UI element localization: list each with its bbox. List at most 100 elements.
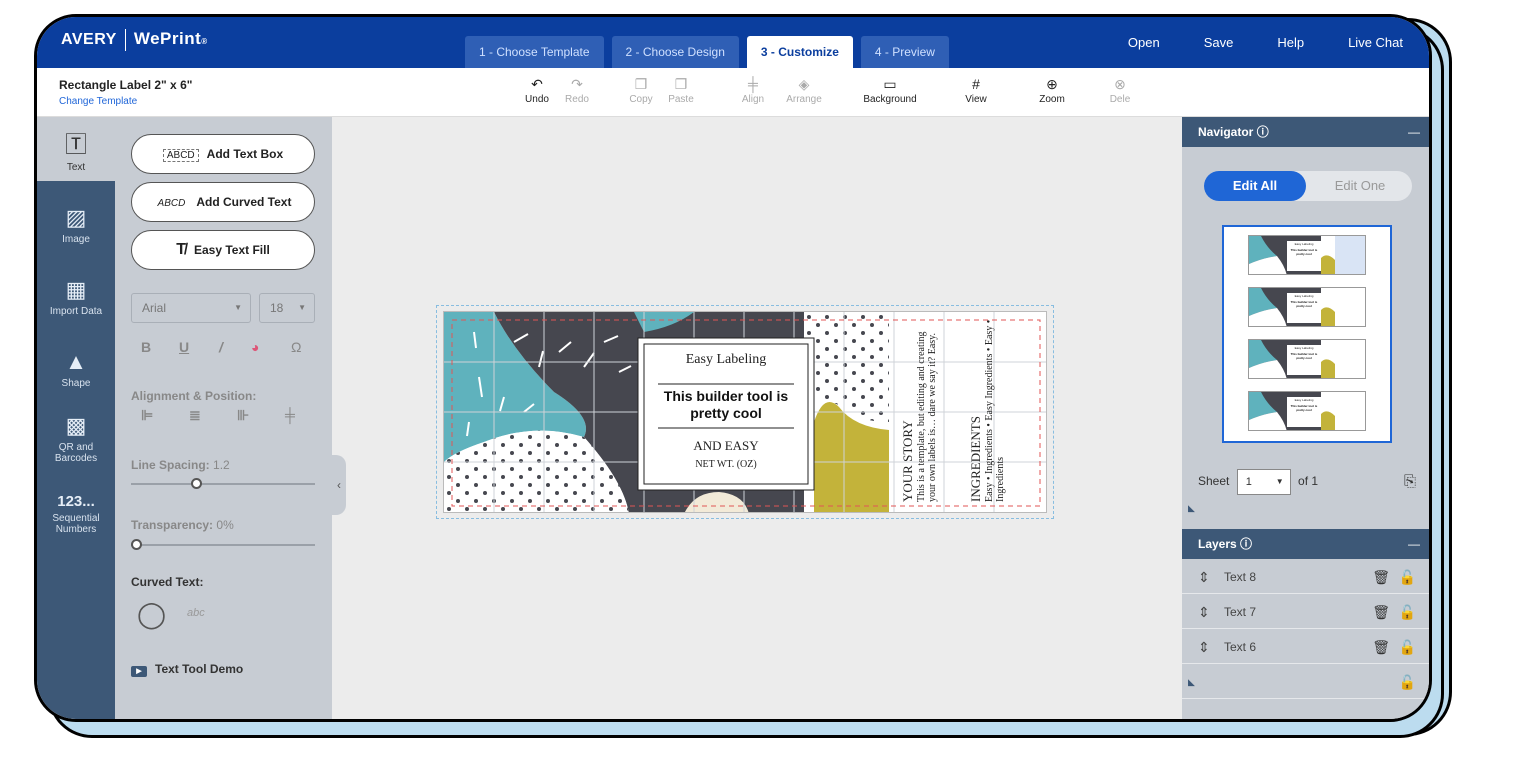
trash-icon[interactable]: 🗑 — [1372, 596, 1390, 629]
curve-arc-icon[interactable]: abc — [187, 607, 205, 619]
nav-sequential-numbers[interactable]: 123... Sequential Numbers — [37, 493, 115, 535]
font-size-select[interactable]: 18 ▼ — [259, 293, 315, 323]
layer-item[interactable]: ⇕ Text 7 🗑 🔓 — [1182, 596, 1429, 629]
slider-knob[interactable] — [131, 539, 142, 550]
tab-choose-design[interactable]: 2 - Choose Design — [611, 36, 739, 68]
collapse-icon[interactable]: — — [1408, 529, 1420, 559]
bold-button[interactable]: B — [141, 339, 151, 355]
slider-knob[interactable] — [191, 478, 202, 489]
avery-logo: AVERY — [61, 31, 117, 49]
tab-choose-template[interactable]: 1 - Choose Template — [465, 36, 604, 68]
thumbnail-headline: This builder tool is pretty cool — [1290, 300, 1318, 308]
thumbnail-headline: This builder tool is pretty cool — [1290, 404, 1318, 412]
trash-icon[interactable]: 🗑 — [1372, 561, 1390, 594]
background-button[interactable]: ▭ Background — [860, 74, 920, 105]
text-tool-demo-link[interactable]: ▶ Text Tool Demo — [131, 662, 243, 677]
open-link[interactable]: Open — [1128, 35, 1160, 50]
ingredients-block[interactable]: INGREDIENTS Easy • Ingredients • Easy In… — [968, 312, 1006, 502]
help-link[interactable]: Help — [1277, 35, 1304, 50]
label-line-1[interactable]: Easy Labeling — [644, 352, 808, 368]
label-design[interactable]: Easy Labeling This builder tool is prett… — [443, 311, 1047, 513]
italic-button[interactable]: / — [219, 339, 223, 355]
nav-shape[interactable]: ▲ Shape — [37, 349, 115, 389]
underline-button[interactable]: U — [179, 339, 189, 355]
trash-icon[interactable]: 🗑 — [1372, 631, 1390, 664]
align-middle-icon[interactable]: ╪ — [285, 407, 295, 423]
label-headline[interactable]: This builder tool is pretty cool — [656, 388, 796, 422]
thumbnail-label-2[interactable]: Easy Labeling This builder tool is prett… — [1248, 287, 1366, 327]
unlock-icon[interactable]: 🔓 — [1399, 666, 1416, 699]
unlock-icon[interactable]: 🔓 — [1399, 596, 1416, 629]
change-template-link[interactable]: Change Template — [59, 96, 137, 107]
view-button[interactable]: # View — [946, 74, 1006, 105]
thumbnail-headline: This builder tool is pretty cool — [1290, 352, 1318, 360]
thumbnail-line-1: Easy Labeling — [1294, 242, 1314, 246]
delete-button[interactable]: ⊗ Dele — [1090, 74, 1150, 105]
story-block[interactable]: YOUR STORY This is a template, but editi… — [900, 312, 938, 502]
easy-text-fill-button[interactable]: T̸ Easy Text Fill — [131, 230, 315, 270]
thumbnail-label-3[interactable]: Easy Labeling This builder tool is prett… — [1248, 339, 1366, 379]
drag-handle-icon[interactable]: ⇕ — [1198, 561, 1210, 594]
thumbnail-label-1[interactable]: Easy Labeling This builder tool is prett… — [1248, 235, 1366, 275]
sheet-select[interactable]: 1 ▼ — [1236, 469, 1291, 495]
brand-logo[interactable]: AVERY WePrint® — [61, 29, 208, 51]
edit-one-button[interactable]: Edit One — [1308, 171, 1412, 201]
thumbnail-line-1: Easy Labeling — [1294, 346, 1314, 350]
curved-text-icon: ABCD — [157, 198, 186, 209]
design-canvas[interactable]: ‹ Easy Labeling This builder tool is pre… — [332, 117, 1182, 719]
add-sheet-icon[interactable]: ⎘ — [1404, 473, 1416, 490]
info-icon[interactable]: ⓘ — [1240, 537, 1252, 551]
add-curved-text-button[interactable]: ABCD Add Curved Text — [131, 182, 315, 222]
special-character-button[interactable]: Ω — [291, 339, 301, 355]
color-picker-icon[interactable]: ◕ — [251, 339, 259, 355]
nav-text[interactable]: 🅃 Text — [37, 117, 115, 181]
edit-all-button[interactable]: Edit All — [1204, 171, 1306, 201]
app-window: AVERY WePrint® 1 - Choose Template 2 - Ch… — [34, 14, 1432, 722]
layer-item[interactable]: 🔓 — [1182, 666, 1429, 699]
shape-icon: ▲ — [65, 349, 87, 374]
add-text-box-button[interactable]: ABCD Add Text Box — [131, 134, 315, 174]
label-line-4[interactable]: NET WT. (OZ) — [644, 459, 808, 470]
align-center-icon[interactable]: ≣ — [189, 407, 201, 424]
unlock-icon[interactable]: 🔓 — [1399, 561, 1416, 594]
unlock-icon[interactable]: 🔓 — [1399, 631, 1416, 664]
text-fill-icon: T̸ — [176, 241, 186, 258]
info-icon[interactable]: ⓘ — [1257, 125, 1269, 139]
label-selection-outline: Easy Labeling This builder tool is prett… — [436, 305, 1054, 519]
layers-header[interactable]: Layers ⓘ — — [1182, 529, 1429, 559]
thumbnail-headline: This builder tool is pretty cool — [1290, 248, 1318, 256]
save-link[interactable]: Save — [1204, 35, 1234, 50]
align-right-icon[interactable]: ⊪ — [237, 407, 249, 424]
curve-circle-icon[interactable]: ◯ — [137, 599, 166, 630]
redo-button[interactable]: ↷ Redo — [547, 74, 607, 105]
drag-handle-icon[interactable]: ⇕ — [1198, 631, 1210, 664]
tab-preview[interactable]: 4 - Preview — [860, 36, 949, 68]
chevron-down-icon: ▼ — [1275, 477, 1284, 486]
tab-customize[interactable]: 3 - Customize — [746, 36, 853, 68]
thumbnail-label-4[interactable]: Easy Labeling This builder tool is prett… — [1248, 391, 1366, 431]
transparency-slider[interactable] — [131, 539, 315, 550]
font-select[interactable]: Arial ▼ — [131, 293, 251, 323]
top-bar: AVERY WePrint® 1 - Choose Template 2 - Ch… — [37, 17, 1429, 68]
document-title: Rectangle Label 2" x 6" — [59, 78, 193, 92]
drag-handle-icon[interactable]: ⇕ — [1198, 596, 1210, 629]
line-spacing-slider[interactable] — [131, 478, 315, 489]
paste-button[interactable]: ❐ Paste — [651, 74, 711, 105]
arrange-button[interactable]: ◈ Arrange — [774, 74, 834, 105]
collapse-icon[interactable]: — — [1408, 117, 1420, 147]
navigator-header[interactable]: Navigator ⓘ — — [1182, 117, 1429, 147]
table-icon: ▦ — [65, 277, 87, 302]
live-chat-link[interactable]: Live Chat — [1348, 35, 1403, 50]
nav-import-data[interactable]: ▦ Import Data — [37, 277, 115, 317]
sheet-selector: Sheet 1 ▼ of 1 — [1198, 469, 1318, 495]
text-panel: ABCD Add Text Box ABCD Add Curved Text T̸ E… — [115, 117, 332, 719]
label-line-3[interactable]: AND EASY — [644, 438, 808, 454]
nav-image[interactable]: ▨ Image — [37, 205, 115, 245]
align-left-icon[interactable]: ⊫ — [141, 407, 153, 424]
zoom-button[interactable]: ⊕ Zoom — [1022, 74, 1082, 105]
sheet-preview[interactable]: Easy Labeling This builder tool is prett… — [1222, 225, 1392, 443]
layer-item[interactable]: ⇕ Text 8 🗑 🔓 — [1182, 561, 1429, 594]
nav-qr-barcodes[interactable]: ▩ QR and Barcodes — [37, 413, 115, 464]
layer-item[interactable]: ⇕ Text 6 🗑 🔓 — [1182, 631, 1429, 664]
collapse-panel-button[interactable]: ‹ — [332, 455, 346, 515]
